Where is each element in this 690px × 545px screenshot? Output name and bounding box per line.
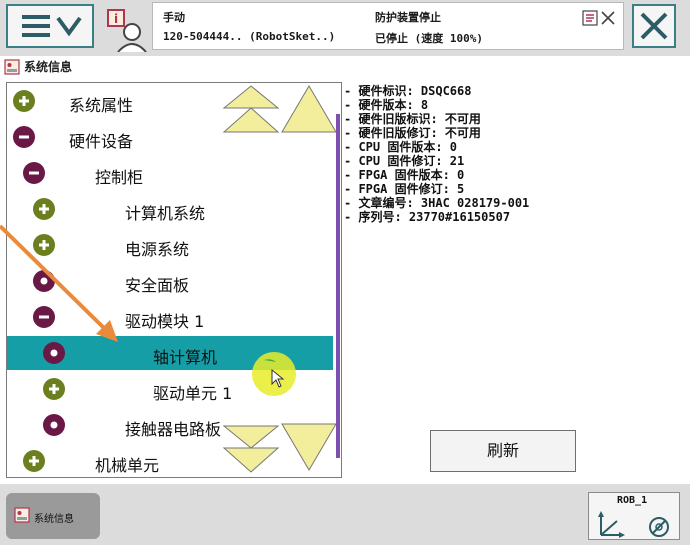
annotation-arrow-icon: [0, 224, 118, 342]
cursor-highlight-icon: [252, 352, 296, 396]
tree-item-label: 接触器电路板: [125, 420, 222, 439]
tree-item-label: 安全面板: [125, 276, 190, 295]
scroll-to-bottom-icon[interactable]: [222, 422, 280, 474]
tree-item-label: 控制柜: [95, 168, 144, 187]
taskbar-item-label: 系统信息: [34, 514, 74, 525]
controller-name: 120-504444.. (RobotSket..): [163, 30, 336, 43]
operator-window-icon[interactable]: i: [104, 6, 150, 53]
safety-status: 防护装置停止: [375, 11, 441, 24]
tree-item-label: 驱动单元 1: [153, 384, 233, 403]
expand-plus-icon[interactable]: [23, 450, 45, 472]
jog-coordinate-icon: [598, 511, 669, 538]
tree-item-label: 机械单元: [95, 456, 160, 475]
run-state: 已停止 (速度 100%): [375, 32, 483, 45]
main-menu-button[interactable]: [6, 4, 94, 48]
tree-item-label: 系统属性: [69, 96, 134, 115]
quickset-rob1-button[interactable]: ROB_1: [588, 492, 680, 540]
svg-text:i: i: [114, 12, 118, 26]
tree-scrollbar[interactable]: [336, 114, 340, 458]
operating-mode: 手动: [163, 11, 185, 24]
info-serial-number: - 序列号: 23770#16150507: [344, 210, 511, 224]
collapse-minus-icon[interactable]: [13, 126, 35, 148]
expand-plus-icon[interactable]: [33, 198, 55, 220]
tree-item-label: 驱动模块 1: [125, 312, 205, 331]
status-panel[interactable]: 手动 120-504444.. (RobotSket..) 防护装置停止 已停止…: [152, 2, 624, 50]
expand-plus-icon[interactable]: [43, 378, 65, 400]
tree-item-control-cabinet[interactable]: 控制柜: [7, 156, 333, 190]
scroll-to-top-icon[interactable]: [222, 84, 280, 136]
app-title: 系统信息: [24, 60, 73, 74]
refresh-button[interactable]: 刷新: [430, 430, 576, 472]
hamburger-chevron-icon: [22, 15, 82, 37]
expand-plus-icon[interactable]: [13, 90, 35, 112]
scroll-down-icon[interactable]: [280, 422, 338, 472]
collapse-minus-icon[interactable]: [23, 162, 45, 184]
tree-item-label: 硬件设备: [69, 132, 134, 151]
system-info-icon: [14, 507, 30, 523]
hardware-info-panel: - 硬件标识: DSQC668 - 硬件版本: 8 - 硬件旧版标识: 不可用 …: [344, 82, 664, 232]
system-info-icon: [4, 59, 20, 75]
tree-item-label: 计算机系统: [125, 204, 206, 223]
taskbar-system-info[interactable]: 系统信息: [6, 493, 100, 539]
leaf-node-icon: [43, 414, 65, 436]
tree-item-label: 轴计算机: [153, 348, 218, 367]
task-bar: [0, 484, 690, 545]
scroll-up-icon[interactable]: [280, 84, 338, 134]
close-icon: [640, 12, 668, 40]
event-log-icon[interactable]: [581, 9, 619, 27]
tree-item-label: 电源系统: [125, 240, 190, 259]
close-button[interactable]: [632, 4, 676, 48]
